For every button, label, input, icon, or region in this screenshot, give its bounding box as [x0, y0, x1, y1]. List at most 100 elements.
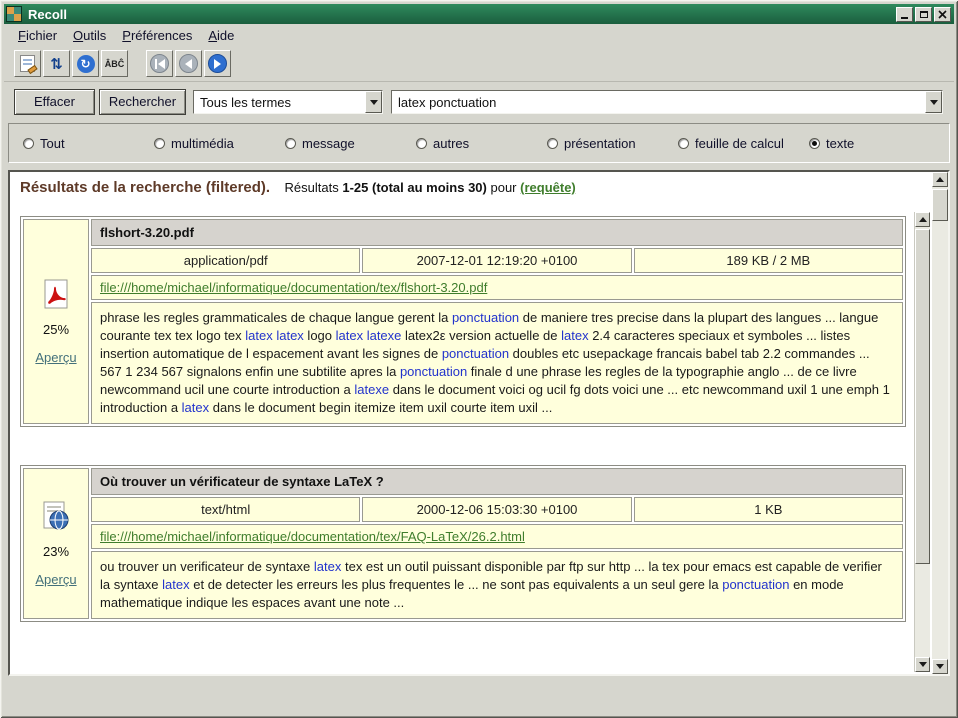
first-page-button[interactable] [146, 50, 173, 77]
results-summary-label: Résultats [285, 180, 339, 195]
filter-autres[interactable]: autres [416, 136, 547, 151]
chevron-down-icon [930, 100, 938, 105]
window-title: Recoll [28, 7, 894, 22]
result-date: 2007-12-01 12:19:20 +0100 [362, 248, 631, 273]
radio-icon [678, 138, 689, 149]
filter-label: présentation [564, 136, 636, 151]
results-outer-scrollbar[interactable] [932, 172, 948, 674]
result-snippet: ou trouver un verificateur de syntaxe la… [91, 551, 903, 619]
preview-link[interactable]: Aperçu [35, 572, 76, 587]
result-url-link[interactable]: file:///home/michael/informatique/docume… [100, 280, 487, 295]
scroll-down-button[interactable] [932, 659, 948, 674]
filter-feuille-de-calcul[interactable]: feuille de calcul [678, 136, 809, 151]
result-mime: text/html [91, 497, 360, 522]
arrow-up-icon [936, 177, 944, 182]
search-query-combo [391, 90, 943, 114]
clear-search-toolbar-button[interactable] [14, 50, 41, 77]
results-header: Résultats de la recherche (filtered). Ré… [20, 179, 908, 197]
toolbar: ⇅ ↻ ÂBĈ [4, 46, 954, 82]
prev-page-button[interactable] [175, 50, 202, 77]
filter-label: texte [826, 136, 854, 151]
menu-preferences[interactable]: Préférences [114, 26, 200, 45]
scroll-track[interactable] [932, 187, 948, 659]
query-link[interactable]: (requête) [520, 180, 576, 195]
result-snippet: phrase les regles grammaticales de chaqu… [91, 302, 903, 424]
result-meta-row: text/html 2000-12-06 15:03:30 +0100 1 KB [91, 497, 903, 522]
term-explorer-toolbar-button[interactable]: ÂBĈ [101, 50, 128, 77]
filter-presentation[interactable]: présentation [547, 136, 678, 151]
results-list-scrollbar[interactable] [914, 212, 930, 672]
results-summary: Résultats 1-25 (total au moins 30) pour … [285, 180, 576, 195]
result-entry: 25% Aperçu flshort-3.20.pdf application/… [20, 216, 906, 427]
prev-page-icon [179, 54, 198, 73]
scroll-thumb[interactable] [915, 229, 930, 564]
menu-fichier[interactable]: Fichier [10, 26, 65, 45]
results-header-title: Résultats de la recherche (filtered). [20, 179, 270, 196]
filter-texte[interactable]: texte [809, 136, 940, 151]
titlebar[interactable]: Recoll [4, 4, 954, 24]
result-url-link[interactable]: file:///home/michael/informatique/docume… [100, 529, 525, 544]
filter-label: Tout [40, 136, 65, 151]
pdf-icon [41, 279, 71, 309]
arrow-down-icon [919, 662, 927, 667]
radio-icon [809, 138, 820, 149]
results-list: 25% Aperçu flshort-3.20.pdf application/… [12, 212, 910, 672]
result-side: 25% Aperçu [23, 219, 89, 424]
filter-label: message [302, 136, 355, 151]
radio-icon [547, 138, 558, 149]
scroll-up-button[interactable] [915, 212, 930, 227]
refresh-index-icon: ↻ [77, 55, 95, 73]
first-page-icon [150, 54, 169, 73]
filter-label: autres [433, 136, 469, 151]
arrow-down-icon [936, 664, 944, 669]
result-url-row: file:///home/michael/informatique/docume… [91, 524, 903, 549]
radio-icon [285, 138, 296, 149]
refresh-index-toolbar-button[interactable]: ↻ [72, 50, 99, 77]
filter-message[interactable]: message [285, 136, 416, 151]
result-size: 1 KB [634, 497, 903, 522]
scroll-track[interactable] [915, 227, 930, 657]
next-page-icon [208, 54, 227, 73]
result-title: Où trouver un vérificateur de syntaxe La… [91, 468, 903, 495]
result-side: 23% Aperçu [23, 468, 89, 619]
result-meta-row: application/pdf 2007-12-01 12:19:20 +010… [91, 248, 903, 273]
clear-button[interactable]: Effacer [14, 89, 95, 115]
radio-icon [154, 138, 165, 149]
minimize-button[interactable] [896, 7, 913, 22]
maximize-button[interactable] [915, 7, 932, 22]
arrow-up-icon [919, 217, 927, 222]
search-mode-select[interactable]: Tous les termes [193, 90, 383, 114]
search-history-dropdown-button[interactable] [925, 91, 942, 113]
scroll-up-button[interactable] [932, 172, 948, 187]
filter-label: feuille de calcul [695, 136, 784, 151]
search-mode-dropdown-button[interactable] [365, 91, 382, 113]
result-entry: 23% Aperçu Où trouver un vérificateur de… [20, 465, 906, 622]
minimize-icon [901, 17, 908, 19]
radio-icon [23, 138, 34, 149]
result-mime: application/pdf [91, 248, 360, 273]
filter-label: multimédia [171, 136, 234, 151]
close-icon [938, 10, 947, 19]
search-mode-value: Tous les termes [194, 95, 365, 110]
results-range: 1-25 (total au moins 30) [342, 180, 486, 195]
next-page-button[interactable] [204, 50, 231, 77]
html-icon [41, 501, 71, 531]
preview-link[interactable]: Aperçu [35, 350, 76, 365]
recoll-window: Recoll FichierOutilsPréférencesAide ⇅ ↻ … [0, 0, 958, 718]
filter-tout[interactable]: Tout [23, 136, 154, 151]
scroll-down-button[interactable] [915, 657, 930, 672]
search-button[interactable]: Rechercher [99, 89, 186, 115]
sort-toolbar-button[interactable]: ⇅ [43, 50, 70, 77]
search-input[interactable] [392, 95, 925, 110]
filter-multimedia[interactable]: multimédia [154, 136, 285, 151]
scroll-thumb[interactable] [932, 189, 948, 221]
relevance-percent: 25% [43, 322, 69, 337]
maximize-icon [920, 11, 928, 18]
menu-aide[interactable]: Aide [200, 26, 242, 45]
relevance-percent: 23% [43, 544, 69, 559]
result-url-row: file:///home/michael/informatique/docume… [91, 275, 903, 300]
clear-search-icon [20, 55, 35, 72]
term-explorer-icon: ÂBĈ [105, 59, 125, 69]
close-button[interactable] [934, 7, 951, 22]
menu-outils[interactable]: Outils [65, 26, 114, 45]
